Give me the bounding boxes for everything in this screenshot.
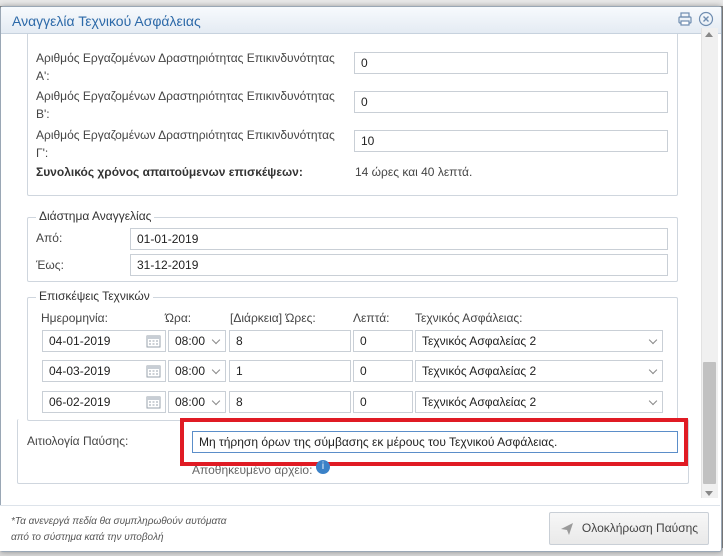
footnote: *Τα ανενεργά πεδία θα συμπληρωθούν αυτόμ…: [11, 516, 227, 543]
visits-legend: Επισκέψεις Τεχνικών: [36, 289, 153, 303]
visit-time-select[interactable]: 08:00: [168, 391, 226, 413]
annotation-highlight-box: [180, 418, 688, 466]
visit-hours-input[interactable]: 8: [229, 330, 351, 352]
visit-date-input[interactable]: 04-03-2019: [42, 360, 166, 382]
chevron-down-icon: [211, 396, 221, 406]
visit-hours-input[interactable]: 8: [229, 391, 351, 413]
scroll-up-arrow[interactable]: [705, 32, 713, 37]
visit-date-input[interactable]: 04-01-2019: [42, 330, 166, 352]
send-icon: [560, 522, 573, 535]
total-time-label: Συνολικός χρόνος απαιτούμενων επισκέψεων…: [36, 165, 303, 179]
calendar-icon[interactable]: [146, 334, 161, 348]
visits-header-date: Ημερομηνία:: [41, 311, 108, 325]
chevron-down-icon: [648, 396, 658, 406]
employees-c-label: Αριθμός Εργαζομένων Δραστηριότητας Επικι…: [36, 128, 335, 160]
visit-technician-select[interactable]: Τεχνικός Ασφαλείας 2: [415, 360, 663, 382]
visit-technician-select[interactable]: Τεχνικός Ασφαλείας 2: [415, 330, 663, 352]
period-to-label: Έως:: [36, 258, 64, 272]
dialog-titlebar: Αναγγελία Τεχνικού Ασφάλειας: [1, 7, 721, 34]
visit-minutes-input[interactable]: 0: [353, 330, 413, 352]
chevron-down-icon: [211, 335, 221, 345]
employees-a-input[interactable]: 0: [354, 52, 668, 74]
visit-hours-input[interactable]: 1: [229, 360, 351, 382]
period-from-input[interactable]: 01-01-2019: [130, 228, 668, 250]
calendar-icon[interactable]: [146, 395, 161, 409]
chevron-down-icon: [648, 335, 658, 345]
visit-technician-select[interactable]: Τεχνικός Ασφαλείας 2: [415, 391, 663, 413]
visit-time-select[interactable]: 08:00: [168, 360, 226, 382]
visits-header-minutes: Λεπτά:: [353, 311, 390, 325]
chevron-down-icon: [648, 365, 658, 375]
visit-date-input[interactable]: 06-02-2019: [42, 391, 166, 413]
period-legend: Διάστημα Αναγγελίας: [36, 209, 155, 223]
visits-header-technician: Τεχνικός Ασφάλειας:: [415, 311, 523, 325]
close-icon[interactable]: [698, 11, 714, 27]
chevron-down-icon: [211, 365, 221, 375]
employees-c-input[interactable]: 10: [354, 130, 668, 152]
scrollbar-thumb[interactable]: [703, 362, 716, 484]
visits-header-time: Ώρα:: [165, 311, 192, 325]
period-from-label: Από:: [36, 231, 63, 245]
employees-b-input[interactable]: 0: [354, 91, 668, 113]
dialog-footer: *Τα ανενεργά πεδία θα συμπληρωθούν αυτόμ…: [0, 505, 720, 551]
employees-a-label: Αριθμός Εργαζομένων Δραστηριότητας Επικι…: [36, 51, 335, 83]
visit-minutes-input[interactable]: 0: [353, 360, 413, 382]
dialog-title: Αναγγελία Τεχνικού Ασφάλειας: [12, 13, 201, 29]
visits-header-hours: [Διάρκεια] Ώρες:: [230, 311, 316, 325]
print-icon[interactable]: [677, 11, 693, 27]
info-icon[interactable]: i: [316, 460, 330, 474]
scroll-down-arrow[interactable]: [705, 491, 713, 496]
visit-minutes-input[interactable]: 0: [353, 391, 413, 413]
employees-b-label: Αριθμός Εργαζομένων Δραστηριότητας Επικι…: [36, 89, 335, 121]
visit-time-select[interactable]: 08:00: [168, 330, 226, 352]
period-to-input[interactable]: 31-12-2019: [130, 254, 668, 276]
total-time-value: 14 ώρες και 40 λεπτά.: [355, 165, 473, 179]
complete-pause-button[interactable]: Ολοκλήρωση Παύσης: [549, 512, 709, 545]
calendar-icon[interactable]: [146, 364, 161, 378]
